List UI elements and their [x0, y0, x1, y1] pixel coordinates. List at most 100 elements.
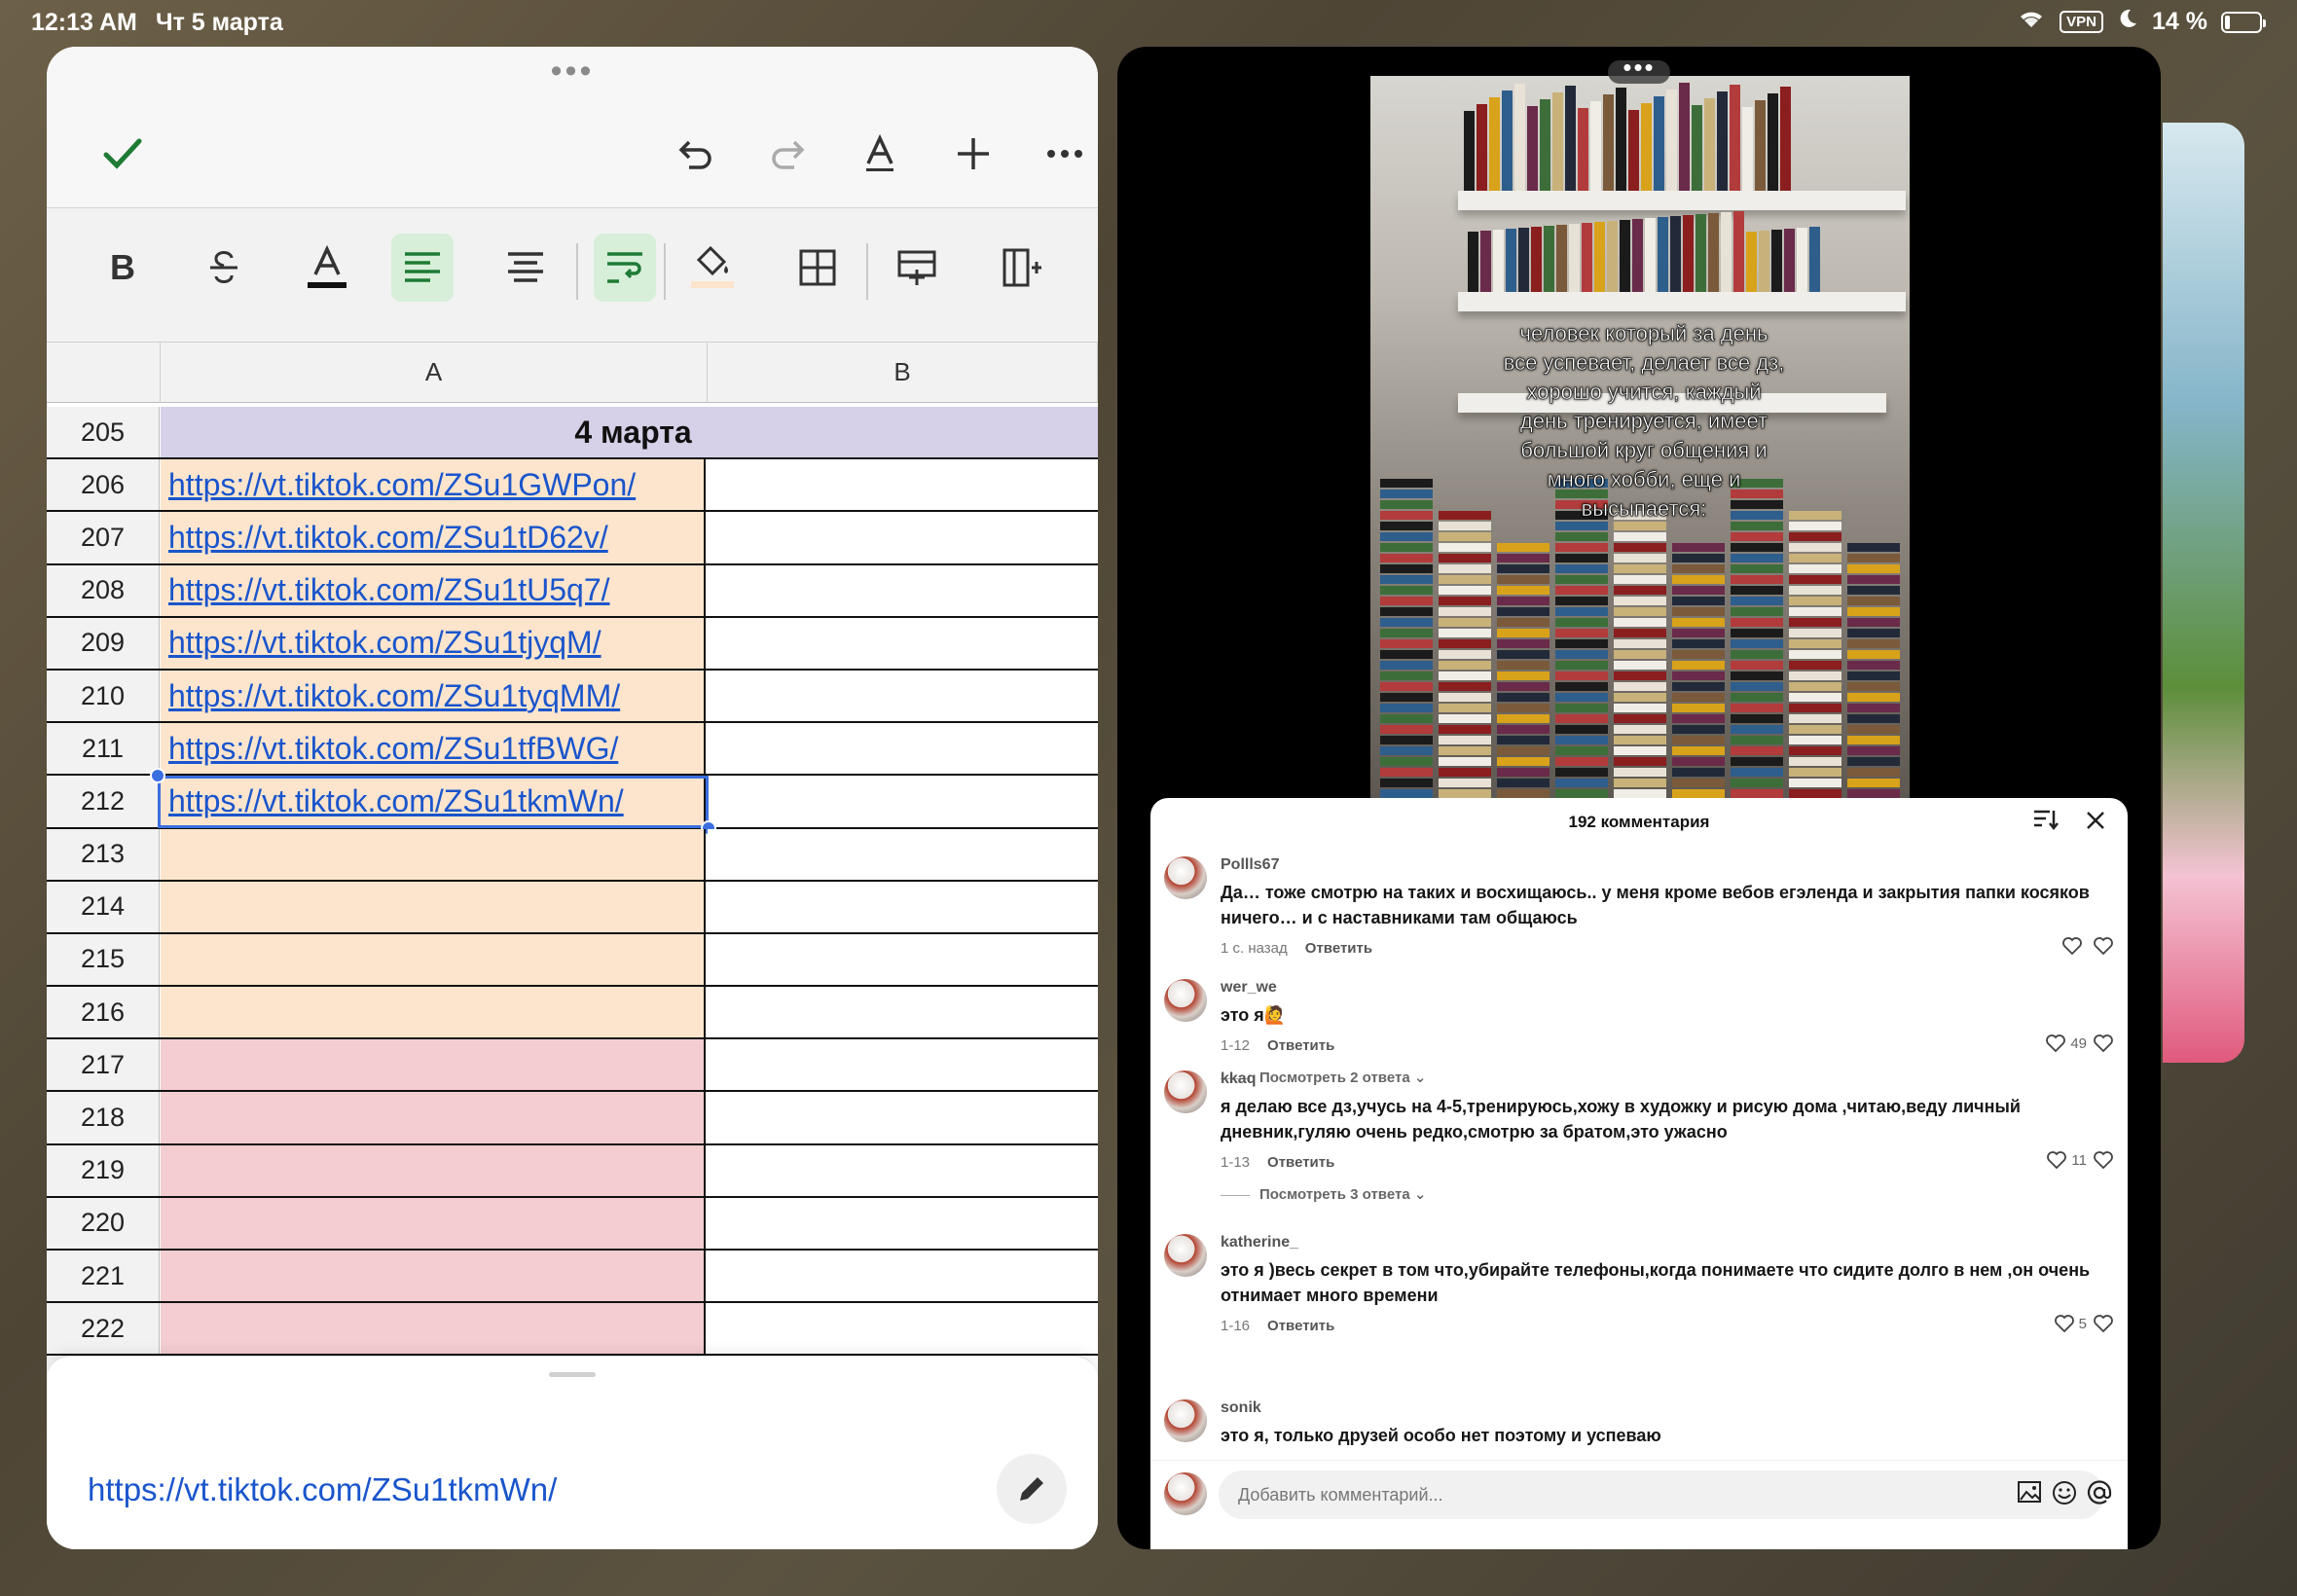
link-cell[interactable]: https://vt.tiktok.com/ZSu1tfBWG/	[161, 723, 706, 775]
insert-column-icon[interactable]	[991, 234, 1053, 302]
tiktok-link[interactable]: https://vt.tiktok.com/ZSu1tjyqM/	[168, 625, 602, 661]
column-header-a[interactable]: A	[161, 343, 708, 403]
comment-username[interactable]: Pollls67	[1221, 856, 1279, 874]
edit-pencil-icon[interactable]	[997, 1454, 1067, 1524]
empty-cell[interactable]	[161, 1251, 706, 1302]
insert-row-icon[interactable]	[886, 234, 948, 302]
corner-header[interactable]	[47, 343, 161, 403]
strikethrough-icon[interactable]	[193, 234, 255, 302]
link-cell[interactable]: https://vt.tiktok.com/ZSu1tkmWn/	[161, 776, 706, 827]
empty-cell[interactable]	[161, 881, 706, 932]
tiktok-link[interactable]: https://vt.tiktok.com/ZSu1tfBWG/	[168, 731, 618, 767]
cell-b[interactable]	[708, 723, 1098, 775]
plus-icon[interactable]	[944, 125, 1003, 183]
undo-icon[interactable]	[666, 125, 724, 183]
link-cell[interactable]: https://vt.tiktok.com/ZSu1tD62v/	[161, 512, 706, 563]
avatar[interactable]	[1164, 856, 1207, 899]
comment-username[interactable]: katherine_	[1221, 1234, 1298, 1251]
avatar[interactable]	[1164, 1070, 1207, 1113]
tiktok-link[interactable]: https://vt.tiktok.com/ZSu1tD62v/	[168, 520, 608, 556]
like-button[interactable]: 11	[2046, 1150, 2087, 1170]
cell-b[interactable]	[708, 987, 1098, 1038]
cell-b[interactable]	[708, 776, 1098, 827]
comment-username[interactable]: kkaq	[1221, 1070, 1256, 1088]
cell-b[interactable]	[708, 564, 1098, 616]
view-replies-button[interactable]: Посмотреть 3 ответа ⌄	[1221, 1185, 1426, 1203]
redo-icon[interactable]	[759, 125, 818, 183]
cell-b[interactable]	[708, 1039, 1098, 1091]
comment-input[interactable]: Добавить комментарий...	[1219, 1470, 2104, 1519]
background-app-window[interactable]	[2163, 123, 2244, 1063]
empty-cell[interactable]	[161, 1092, 706, 1143]
reply-button[interactable]: Ответить	[1267, 1318, 1334, 1334]
cell-b[interactable]	[708, 459, 1098, 511]
cell-b[interactable]	[708, 512, 1098, 563]
cell-b[interactable]	[708, 1251, 1098, 1302]
cell-b[interactable]	[708, 1092, 1098, 1143]
row-number[interactable]: 208	[47, 564, 160, 616]
link-cell[interactable]: https://vt.tiktok.com/ZSu1GWPon/	[161, 459, 706, 511]
column-header-b[interactable]: B	[708, 343, 1098, 403]
image-icon[interactable]	[2017, 1480, 2042, 1510]
empty-cell[interactable]	[161, 933, 706, 986]
reply-button[interactable]: Ответить	[1267, 1154, 1334, 1171]
row-number[interactable]: 220	[47, 1197, 160, 1249]
row-number[interactable]: 205	[47, 407, 160, 458]
row-number[interactable]: 214	[47, 881, 160, 932]
row-number[interactable]: 213	[47, 828, 160, 880]
cell-b[interactable]	[708, 828, 1098, 880]
more-options-icon[interactable]	[1036, 125, 1094, 183]
row-number[interactable]: 206	[47, 459, 160, 511]
dislike-icon[interactable]	[2093, 1150, 2114, 1175]
row-number[interactable]: 218	[47, 1092, 160, 1143]
cell-editor-value[interactable]: https://vt.tiktok.com/ZSu1tkmWn/	[88, 1471, 557, 1508]
bold-icon[interactable]: B	[91, 234, 154, 302]
like-button[interactable]: 49	[2045, 1034, 2087, 1053]
row-number[interactable]: 221	[47, 1251, 160, 1302]
row-number[interactable]: 209	[47, 617, 160, 669]
link-cell[interactable]: https://vt.tiktok.com/ZSu1tjyqM/	[161, 617, 706, 669]
reply-button[interactable]: Ответить	[1305, 940, 1372, 957]
empty-cell[interactable]	[161, 1303, 706, 1355]
fill-color-icon[interactable]	[681, 234, 744, 302]
row-number[interactable]: 212	[47, 776, 160, 827]
dislike-icon[interactable]	[2093, 1034, 2114, 1058]
row-number[interactable]: 211	[47, 723, 160, 775]
checkmark-icon[interactable]	[93, 125, 152, 183]
comment-username[interactable]: sonik	[1221, 1399, 1261, 1417]
cell-b[interactable]	[708, 1197, 1098, 1249]
text-format-icon[interactable]	[851, 125, 909, 183]
link-cell[interactable]: https://vt.tiktok.com/ZSu1tU5q7/	[161, 564, 706, 616]
close-icon[interactable]	[2085, 808, 2106, 838]
cell-b[interactable]	[708, 1303, 1098, 1355]
reply-button[interactable]: Ответить	[1267, 1037, 1334, 1054]
row-number[interactable]: 207	[47, 512, 160, 563]
like-button[interactable]	[2061, 936, 2087, 956]
wrap-text-icon[interactable]	[594, 234, 656, 302]
cell-b[interactable]	[708, 1144, 1098, 1196]
avatar[interactable]	[1164, 1234, 1207, 1277]
empty-cell[interactable]	[161, 1039, 706, 1091]
panel-handle[interactable]	[549, 1372, 596, 1377]
mention-icon[interactable]	[2087, 1480, 2112, 1512]
empty-cell[interactable]	[161, 1144, 706, 1196]
row-number[interactable]: 217	[47, 1039, 160, 1091]
text-color-icon[interactable]	[296, 234, 358, 302]
row-number[interactable]: 219	[47, 1144, 160, 1196]
empty-cell[interactable]	[161, 1197, 706, 1249]
date-header-cell[interactable]: 4 марта	[161, 407, 1098, 458]
borders-icon[interactable]	[786, 234, 849, 302]
link-cell[interactable]: https://vt.tiktok.com/ZSu1tyqMM/	[161, 670, 706, 722]
row-number[interactable]: 216	[47, 987, 160, 1038]
empty-cell[interactable]	[161, 828, 706, 880]
avatar[interactable]	[1164, 1399, 1207, 1442]
emoji-icon[interactable]	[2052, 1480, 2077, 1512]
sort-icon[interactable]	[2032, 808, 2060, 838]
dislike-icon[interactable]	[2093, 936, 2114, 961]
align-center-icon[interactable]	[494, 234, 557, 302]
dislike-icon[interactable]	[2093, 1314, 2114, 1338]
cell-b[interactable]	[708, 617, 1098, 669]
cell-b[interactable]	[708, 933, 1098, 986]
avatar[interactable]	[1164, 979, 1207, 1022]
tiktok-link[interactable]: https://vt.tiktok.com/ZSu1tU5q7/	[168, 572, 610, 608]
